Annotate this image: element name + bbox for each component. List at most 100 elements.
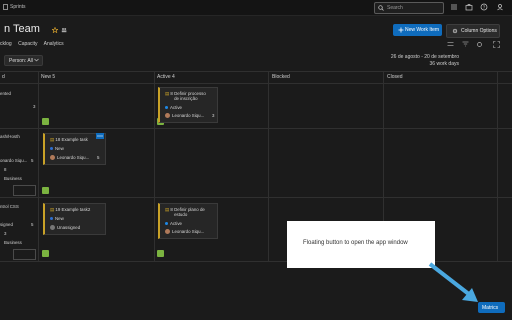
card-title[interactable]: Definir plano de estudo (174, 207, 210, 217)
filter-icon[interactable] (462, 41, 469, 47)
fullscreen-icon[interactable] (493, 41, 500, 48)
column-header-blocked: Blocked (272, 74, 290, 80)
column-divider (268, 71, 269, 261)
card-id: 8 (170, 91, 173, 96)
work-days: 36 work days (429, 61, 459, 67)
search-input[interactable]: Search (374, 2, 444, 14)
sprint-icon (3, 4, 8, 10)
list-icon[interactable] (450, 3, 458, 11)
card-assignee[interactable]: Unassigned (50, 225, 80, 231)
add-card-button[interactable] (157, 250, 164, 257)
person-filter-value: Person: All (9, 58, 33, 64)
plus-icon (398, 27, 404, 33)
svg-text:?: ? (483, 5, 486, 10)
callout-annotation: Floating button to open the app window (287, 221, 435, 268)
work-item-card[interactable]: ▤ 8 Definir processo de inscrição Active… (158, 87, 218, 123)
add-card-button[interactable] (42, 250, 49, 257)
task-icon: ▤ (50, 207, 55, 212)
row-1-left-title[interactable]: ented (0, 91, 11, 96)
settings-sliders-icon[interactable] (447, 41, 454, 47)
column-options-label: Column Options (461, 28, 497, 34)
avatar (50, 155, 55, 161)
favorite-star-icon[interactable] (52, 27, 58, 33)
matrix-button-label: Matrics (482, 305, 499, 311)
tab-backlog[interactable]: cklog (0, 41, 12, 47)
add-card-button[interactable] (42, 118, 49, 125)
search-icon (378, 5, 384, 11)
add-card-button[interactable] (42, 187, 49, 194)
row-3-left-small1: 3 (4, 231, 7, 236)
column-options-button[interactable]: Column Options (446, 24, 500, 38)
board-header-divider (0, 83, 512, 84)
card-title[interactable]: Example task (62, 137, 88, 142)
card-state[interactable]: New (50, 216, 64, 221)
row-divider-2 (0, 197, 512, 198)
card-state[interactable]: Active (165, 221, 182, 226)
card-assignee[interactable]: Leonardo Siqu... (165, 113, 204, 119)
row-2-left-small2: Business (4, 176, 22, 181)
card-title-row: ▤ 8 Definir processo de inscrição (165, 91, 210, 101)
card-effort: 5 (97, 155, 100, 160)
matrix-floating-button[interactable]: Matrics (478, 302, 505, 313)
row-2-left-title[interactable]: ash/Hosth (0, 134, 20, 139)
user-settings-icon[interactable] (496, 3, 504, 11)
team-members-icon[interactable] (61, 27, 67, 33)
row-divider-1 (0, 128, 512, 129)
task-icon: ▤ (165, 207, 170, 212)
task-icon: ▤ (165, 91, 170, 96)
column-header-closed: Closed (387, 74, 403, 80)
row-2-left-box (13, 185, 36, 196)
card-title[interactable]: Example task2 (62, 207, 91, 212)
state-dot-icon (50, 147, 53, 151)
card-assignee[interactable]: Leonardo Siqu... (165, 229, 204, 235)
column-divider (154, 71, 155, 261)
card-id: 19 (55, 207, 61, 212)
column-header-left: d (2, 74, 5, 80)
card-id: 8 (170, 207, 173, 212)
avatar (165, 229, 170, 235)
work-item-card[interactable]: ▤ 8 Definir plano de estudo Active Leona… (158, 203, 218, 239)
row-2-left-owner: onardo Siqu... (0, 158, 28, 163)
avatar (50, 225, 55, 231)
avatar (165, 113, 170, 119)
callout-arrow-icon (428, 262, 480, 304)
settings-gear-icon[interactable] (476, 41, 483, 48)
card-title[interactable]: Definir processo de inscrição (174, 91, 210, 101)
tab-capacity[interactable]: Capacity (18, 41, 37, 47)
breadcrumb[interactable]: Sprints (10, 4, 26, 10)
column-header-new: New 5 (41, 74, 56, 80)
task-icon: ▤ (50, 137, 55, 142)
row-3-left-count: 5 (31, 222, 34, 227)
row-2-left-small1: 8 (4, 167, 7, 172)
row-3-left-box (13, 249, 36, 260)
row-3-left-small2: Business (4, 240, 22, 245)
board-top-divider (0, 71, 512, 72)
card-title-row: ▤ 8 Definir plano de estudo (165, 207, 210, 217)
callout-text: Floating button to open the app window (303, 240, 408, 246)
card-assignee[interactable]: Leonardo Siqu... (50, 155, 89, 161)
card-id: 18 (55, 137, 61, 142)
card-more-button[interactable] (96, 133, 104, 139)
tab-analytics[interactable]: Analytics (44, 41, 64, 47)
row-3-left-title[interactable]: ntrol CSS (0, 204, 19, 209)
person-filter-dropdown[interactable]: Person: All (4, 55, 43, 66)
card-state[interactable]: New (50, 146, 64, 151)
column-divider (38, 71, 39, 261)
row-3-left-owner: signed (0, 222, 13, 227)
row-2-left-count: 5 (31, 158, 34, 163)
column-divider (497, 71, 498, 261)
card-effort: 3 (212, 113, 215, 118)
card-state[interactable]: Active (165, 105, 182, 110)
state-dot-icon (50, 217, 53, 221)
work-item-card[interactable]: ▤ 19 Example task2 New Unassigned (43, 203, 106, 235)
card-title-row: ▤ 18 Example task (50, 137, 88, 143)
state-dot-icon (165, 222, 168, 226)
gear-icon (452, 28, 458, 34)
new-work-item-button[interactable]: New Work Item (393, 24, 442, 36)
search-placeholder: Search (387, 5, 403, 11)
help-icon[interactable]: ? (480, 3, 488, 11)
row-1-left-count: 3 (33, 104, 36, 109)
board-nav-tabs: cklog Capacity Analytics (0, 41, 69, 47)
bag-icon[interactable] (465, 3, 473, 11)
card-title-row: ▤ 19 Example task2 (50, 207, 90, 213)
